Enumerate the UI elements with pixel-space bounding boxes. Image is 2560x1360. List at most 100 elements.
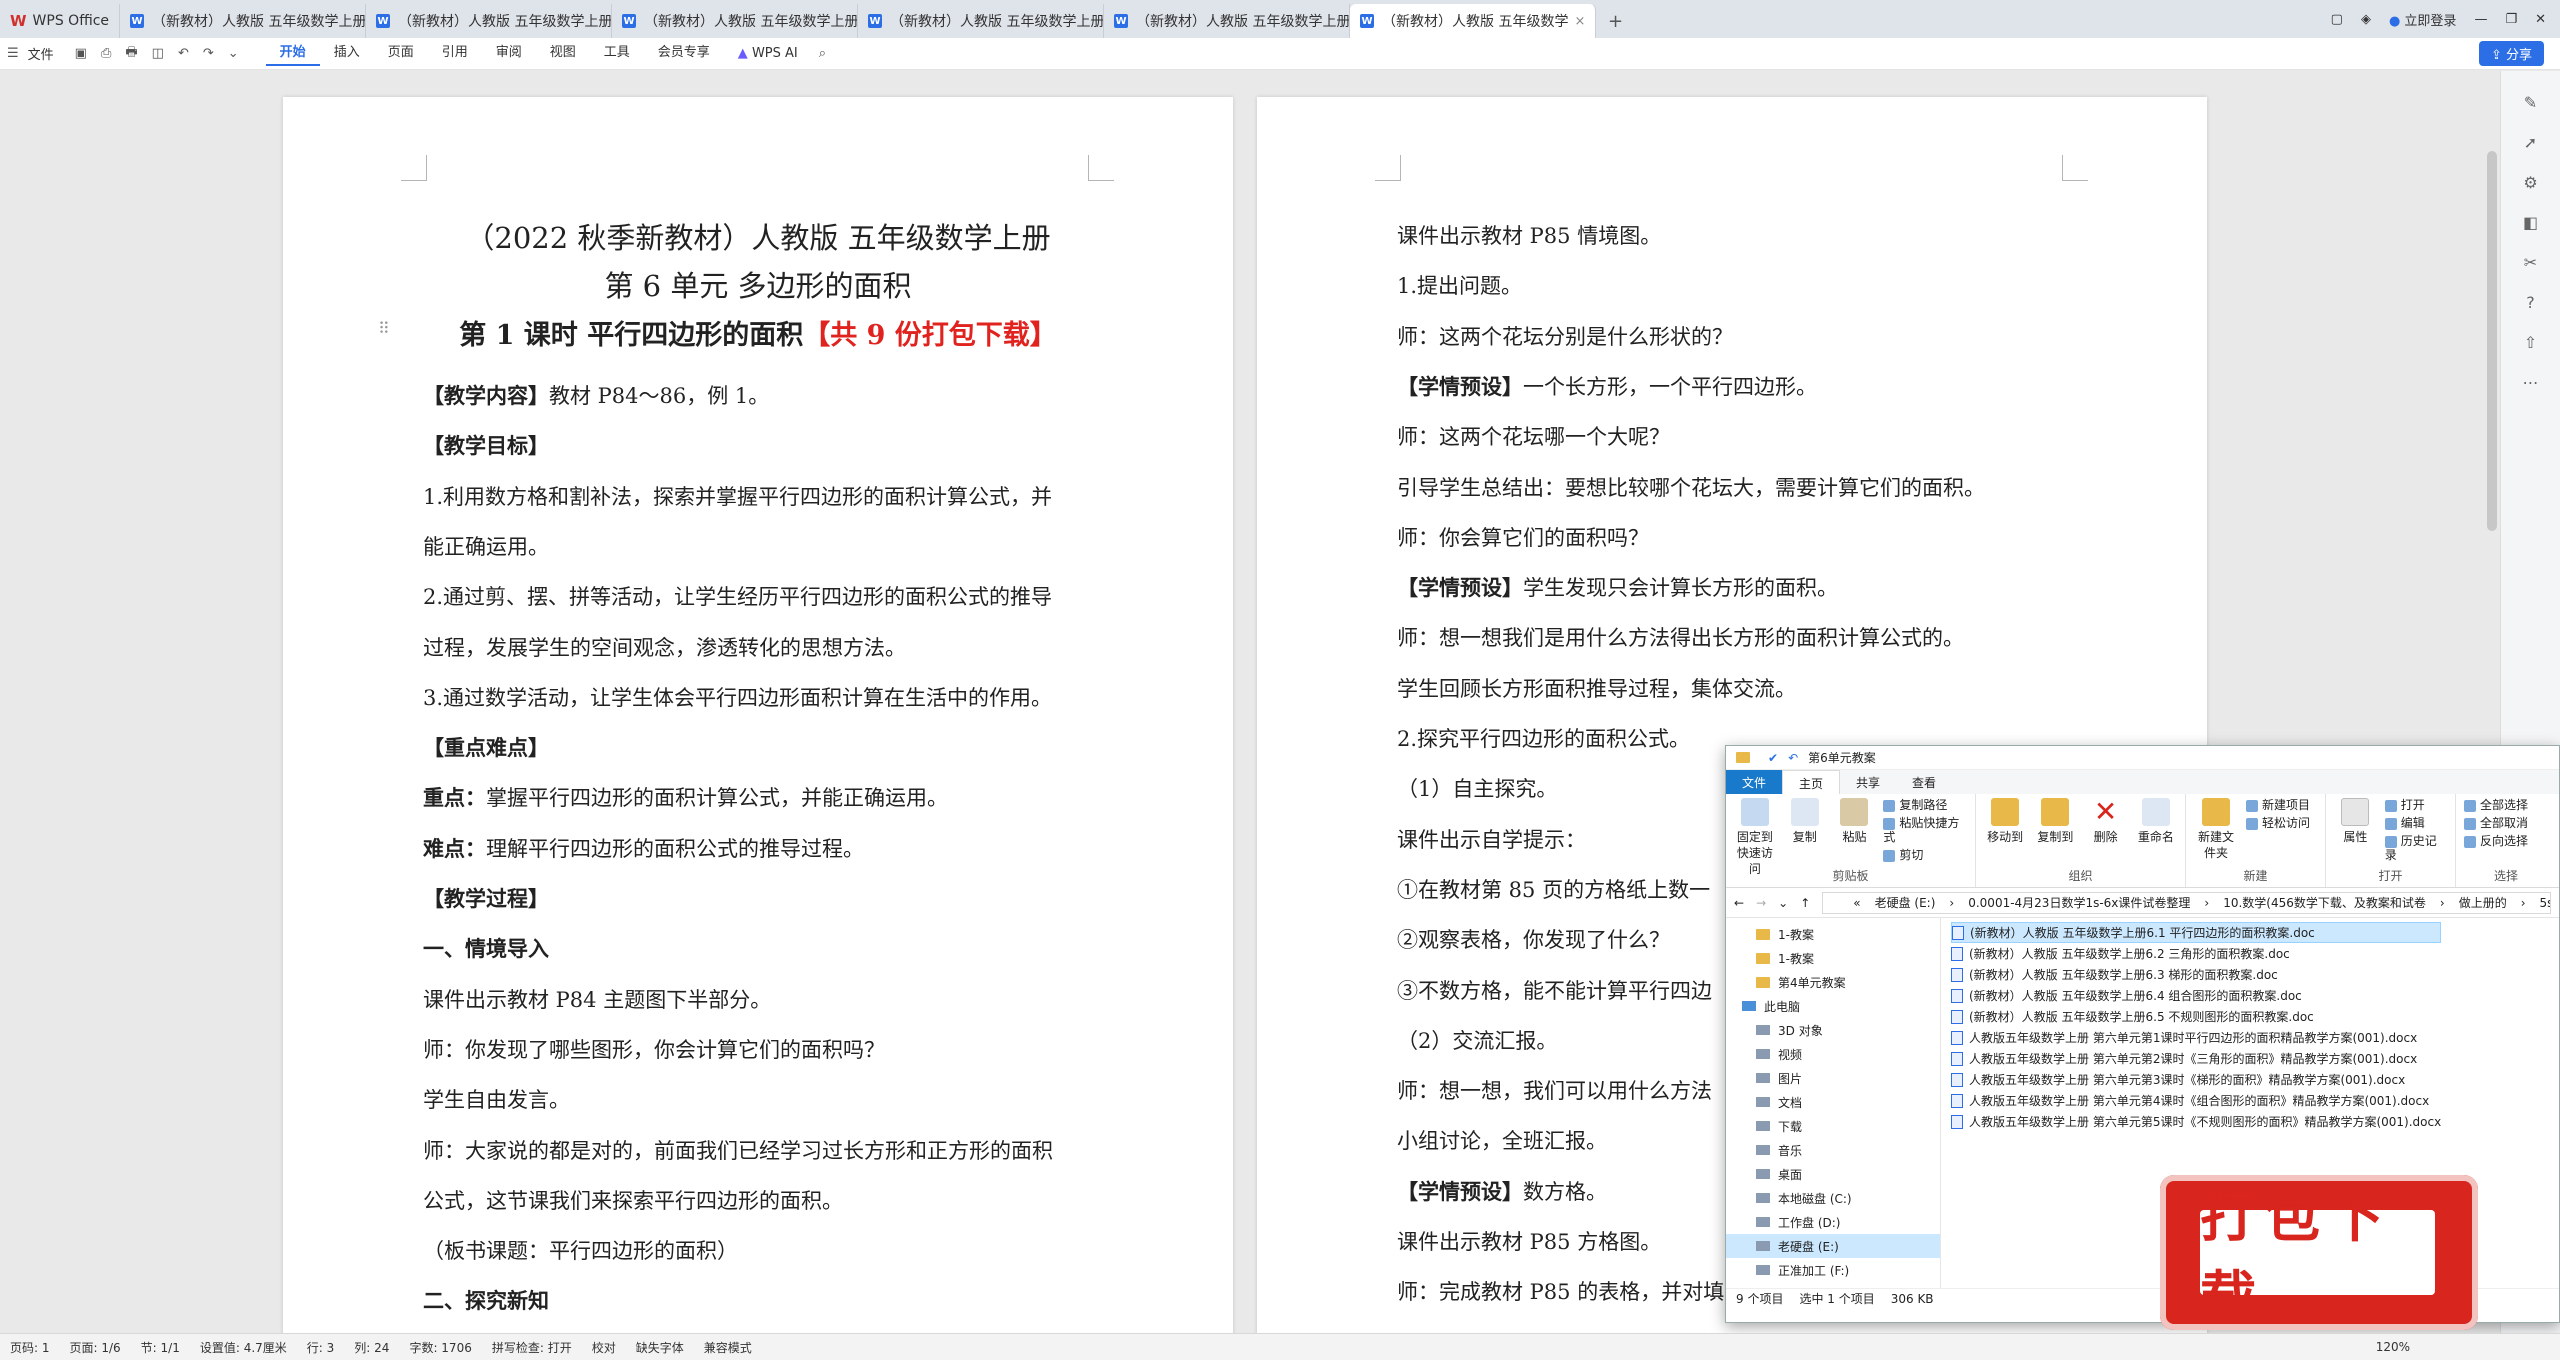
- tab-home[interactable]: W WPS Office: [0, 4, 120, 38]
- explorer-tab-view[interactable]: 查看: [1896, 770, 1952, 794]
- window-icon[interactable]: ▢: [2331, 12, 2343, 27]
- style-icon[interactable]: ◧: [2520, 213, 2542, 232]
- nav-item[interactable]: 1-教案: [1726, 946, 1940, 970]
- nav-item[interactable]: 正准加工 (F:): [1726, 1258, 1940, 1282]
- file-row[interactable]: 人教版五年级数学上册 第六单元第1课时平行四边形的面积精品教学方案(001).d…: [1951, 1027, 2549, 1048]
- save-icon[interactable]: ▣: [68, 46, 94, 61]
- ribbon-tab[interactable]: 审阅: [482, 41, 536, 66]
- nav-item[interactable]: 文档: [1726, 1090, 1940, 1114]
- ribbon-tab[interactable]: 页面: [374, 41, 428, 66]
- back-icon[interactable]: ←: [1734, 896, 1744, 910]
- skin-icon[interactable]: ◈: [2361, 12, 2371, 27]
- more-icon[interactable]: ⌄: [221, 46, 246, 61]
- tab-document[interactable]: W （新教材）人教版 五年级数学 ×: [1350, 4, 1596, 38]
- ribbon-tab[interactable]: 视图: [536, 41, 590, 66]
- pen-icon[interactable]: ✎: [2520, 93, 2542, 112]
- path-segment[interactable]: 老硬盘 (E:): [1875, 894, 1936, 911]
- share-button[interactable]: ⇪ 分享: [2478, 41, 2544, 66]
- search-icon[interactable]: ⌕: [812, 46, 833, 61]
- invert-selection-button[interactable]: 反向选择: [2464, 834, 2528, 848]
- nav-item[interactable]: 音乐: [1726, 1138, 1940, 1162]
- explorer-tab-share[interactable]: 共享: [1840, 770, 1896, 794]
- path-segment[interactable]: 做上册的: [2459, 894, 2507, 911]
- select-all-button[interactable]: 全部选择: [2464, 798, 2528, 812]
- drag-handle-icon[interactable]: ⠿: [378, 319, 390, 338]
- address-path[interactable]: « 老硬盘 (E:) › 0.0001-4月23日数学1s-6x课件试卷整理 › 10.…: [1822, 891, 2551, 914]
- nav-item[interactable]: 图片: [1726, 1066, 1940, 1090]
- file-row[interactable]: (新教材）人教版 五年级数学上册6.1 平行四边形的面积教案.doc: [1951, 922, 2441, 943]
- select-icon[interactable]: ➚: [2520, 133, 2542, 152]
- easy-access-button[interactable]: 轻松访问: [2246, 816, 2310, 830]
- menu-icon[interactable]: ☰: [0, 46, 26, 61]
- wps-ai-button[interactable]: ▲ WPS AI: [724, 46, 812, 61]
- ribbon-tab[interactable]: 会员专享: [644, 41, 724, 66]
- restore-icon[interactable]: ❐: [2505, 12, 2517, 27]
- forward-icon[interactable]: →: [1756, 896, 1766, 910]
- copy-path-button[interactable]: 复制路径: [1883, 798, 1967, 812]
- undo-icon[interactable]: ↶: [1788, 751, 1798, 765]
- file-row[interactable]: 人教版五年级数学上册 第六单元第2课时《三角形的面积》精品教学方案(001).d…: [1951, 1048, 2549, 1069]
- open-button[interactable]: 打开: [2385, 798, 2447, 812]
- undo-icon[interactable]: ↶: [171, 46, 196, 61]
- status-item[interactable]: 120%: [2366, 1340, 2420, 1354]
- nav-item[interactable]: 3D 对象: [1726, 1018, 1940, 1042]
- tab-document[interactable]: W（新教材）人教版 五年级数学上册×: [858, 4, 1104, 38]
- share-doc-icon[interactable]: ⇧: [2520, 333, 2542, 352]
- login-button[interactable]: ● 立即登录: [2389, 10, 2457, 29]
- recent-icon[interactable]: ⌄: [1778, 896, 1788, 910]
- export-pdf-icon[interactable]: ⎙: [94, 46, 118, 61]
- ribbon-tab[interactable]: 工具: [590, 41, 644, 66]
- close-icon[interactable]: ×: [1568, 14, 1585, 29]
- ribbon-tab[interactable]: 引用: [428, 41, 482, 66]
- print-icon[interactable]: 🖶: [118, 43, 144, 65]
- ribbon-tab[interactable]: 开始: [265, 41, 320, 66]
- nav-item[interactable]: 第4单元教案: [1726, 970, 1940, 994]
- close-window-icon[interactable]: ✕: [2535, 12, 2546, 27]
- redo-icon[interactable]: ↷: [196, 46, 221, 61]
- file-row[interactable]: (新教材）人教版 五年级数学上册6.3 梯形的面积教案.doc: [1951, 964, 2549, 985]
- paste-shortcut-button[interactable]: 粘贴快捷方式: [1883, 816, 1967, 844]
- nav-item[interactable]: 本地磁盘 (C:): [1726, 1186, 1940, 1210]
- settings-icon[interactable]: ⚙: [2520, 173, 2542, 192]
- edit-button[interactable]: 编辑: [2385, 816, 2447, 830]
- tab-document[interactable]: W（新教材）人教版 五年级数学上册×: [120, 4, 366, 38]
- explorer-tab-home[interactable]: 主页: [1782, 770, 1841, 794]
- up-icon[interactable]: ↑: [1800, 896, 1810, 910]
- cut-button[interactable]: 剪切: [1883, 848, 1967, 862]
- help-icon[interactable]: ?: [2520, 293, 2542, 312]
- select-none-button[interactable]: 全部取消: [2464, 816, 2528, 830]
- explorer-tab-file[interactable]: 文件: [1726, 770, 1783, 794]
- file-menu[interactable]: 文件: [26, 44, 68, 63]
- new-item-button[interactable]: 新建项目: [2246, 798, 2310, 812]
- file-row[interactable]: 人教版五年级数学上册 第六单元第4课时《组合图形的面积》精品教学方案(001).…: [1951, 1090, 2549, 1111]
- print-preview-icon[interactable]: ◫: [145, 46, 171, 61]
- history-button[interactable]: 历史记录: [2385, 834, 2447, 862]
- nav-item[interactable]: 老硬盘 (E:): [1726, 1234, 1940, 1258]
- path-segment[interactable]: 10.数学(456数学下载、及教案和试卷: [2223, 894, 2426, 911]
- file-row[interactable]: (新教材）人教版 五年级数学上册6.2 三角形的面积教案.doc: [1951, 943, 2549, 964]
- file-row[interactable]: 人教版五年级数学上册 第六单元第3课时《梯形的面积》精品教学方案(001).do…: [1951, 1069, 2549, 1090]
- nav-item[interactable]: 桌面: [1726, 1162, 1940, 1186]
- file-row[interactable]: (新教材）人教版 五年级数学上册6.4 组合图形的面积教案.doc: [1951, 985, 2549, 1006]
- tab-document[interactable]: W（新教材）人教版 五年级数学上册×: [612, 4, 858, 38]
- quick-access-icon[interactable]: ✔: [1768, 751, 1778, 765]
- download-promo-banner[interactable]: 打包下载: [2160, 1175, 2478, 1331]
- tab-document[interactable]: W（新教材）人教版 五年级数学上册×: [1104, 4, 1350, 38]
- minimize-icon[interactable]: —: [2474, 12, 2487, 27]
- status-item[interactable]: 拼写检查: 打开: [482, 1339, 582, 1356]
- ribbon-tab[interactable]: 插入: [320, 41, 374, 66]
- status-item[interactable]: 校对: [582, 1339, 626, 1356]
- nav-item[interactable]: 1-教案: [1726, 922, 1940, 946]
- new-tab-icon[interactable]: +: [1596, 4, 1635, 38]
- document-page-1[interactable]: （2022 秋季新教材）人教版 五年级数学上册 第 6 单元 多边形的面积 第 …: [283, 97, 1233, 1333]
- nav-item[interactable]: 工作盘 (D:): [1726, 1210, 1940, 1234]
- tools-icon[interactable]: ✂: [2520, 253, 2542, 272]
- path-segment[interactable]: 5s: [2540, 896, 2550, 910]
- file-row[interactable]: (新教材）人教版 五年级数学上册6.5 不规则图形的面积教案.doc: [1951, 1006, 2549, 1027]
- path-segment[interactable]: 0.0001-4月23日数学1s-6x课件试卷整理: [1968, 894, 2190, 911]
- vertical-scrollbar[interactable]: [2487, 151, 2497, 531]
- file-row[interactable]: 人教版五年级数学上册 第六单元第5课时《不规则图形的面积》精品教学方案(001)…: [1951, 1111, 2549, 1132]
- more-options-icon[interactable]: ⋯: [2520, 373, 2542, 392]
- nav-item[interactable]: 此电脑: [1726, 994, 1940, 1018]
- nav-item[interactable]: 下载: [1726, 1114, 1940, 1138]
